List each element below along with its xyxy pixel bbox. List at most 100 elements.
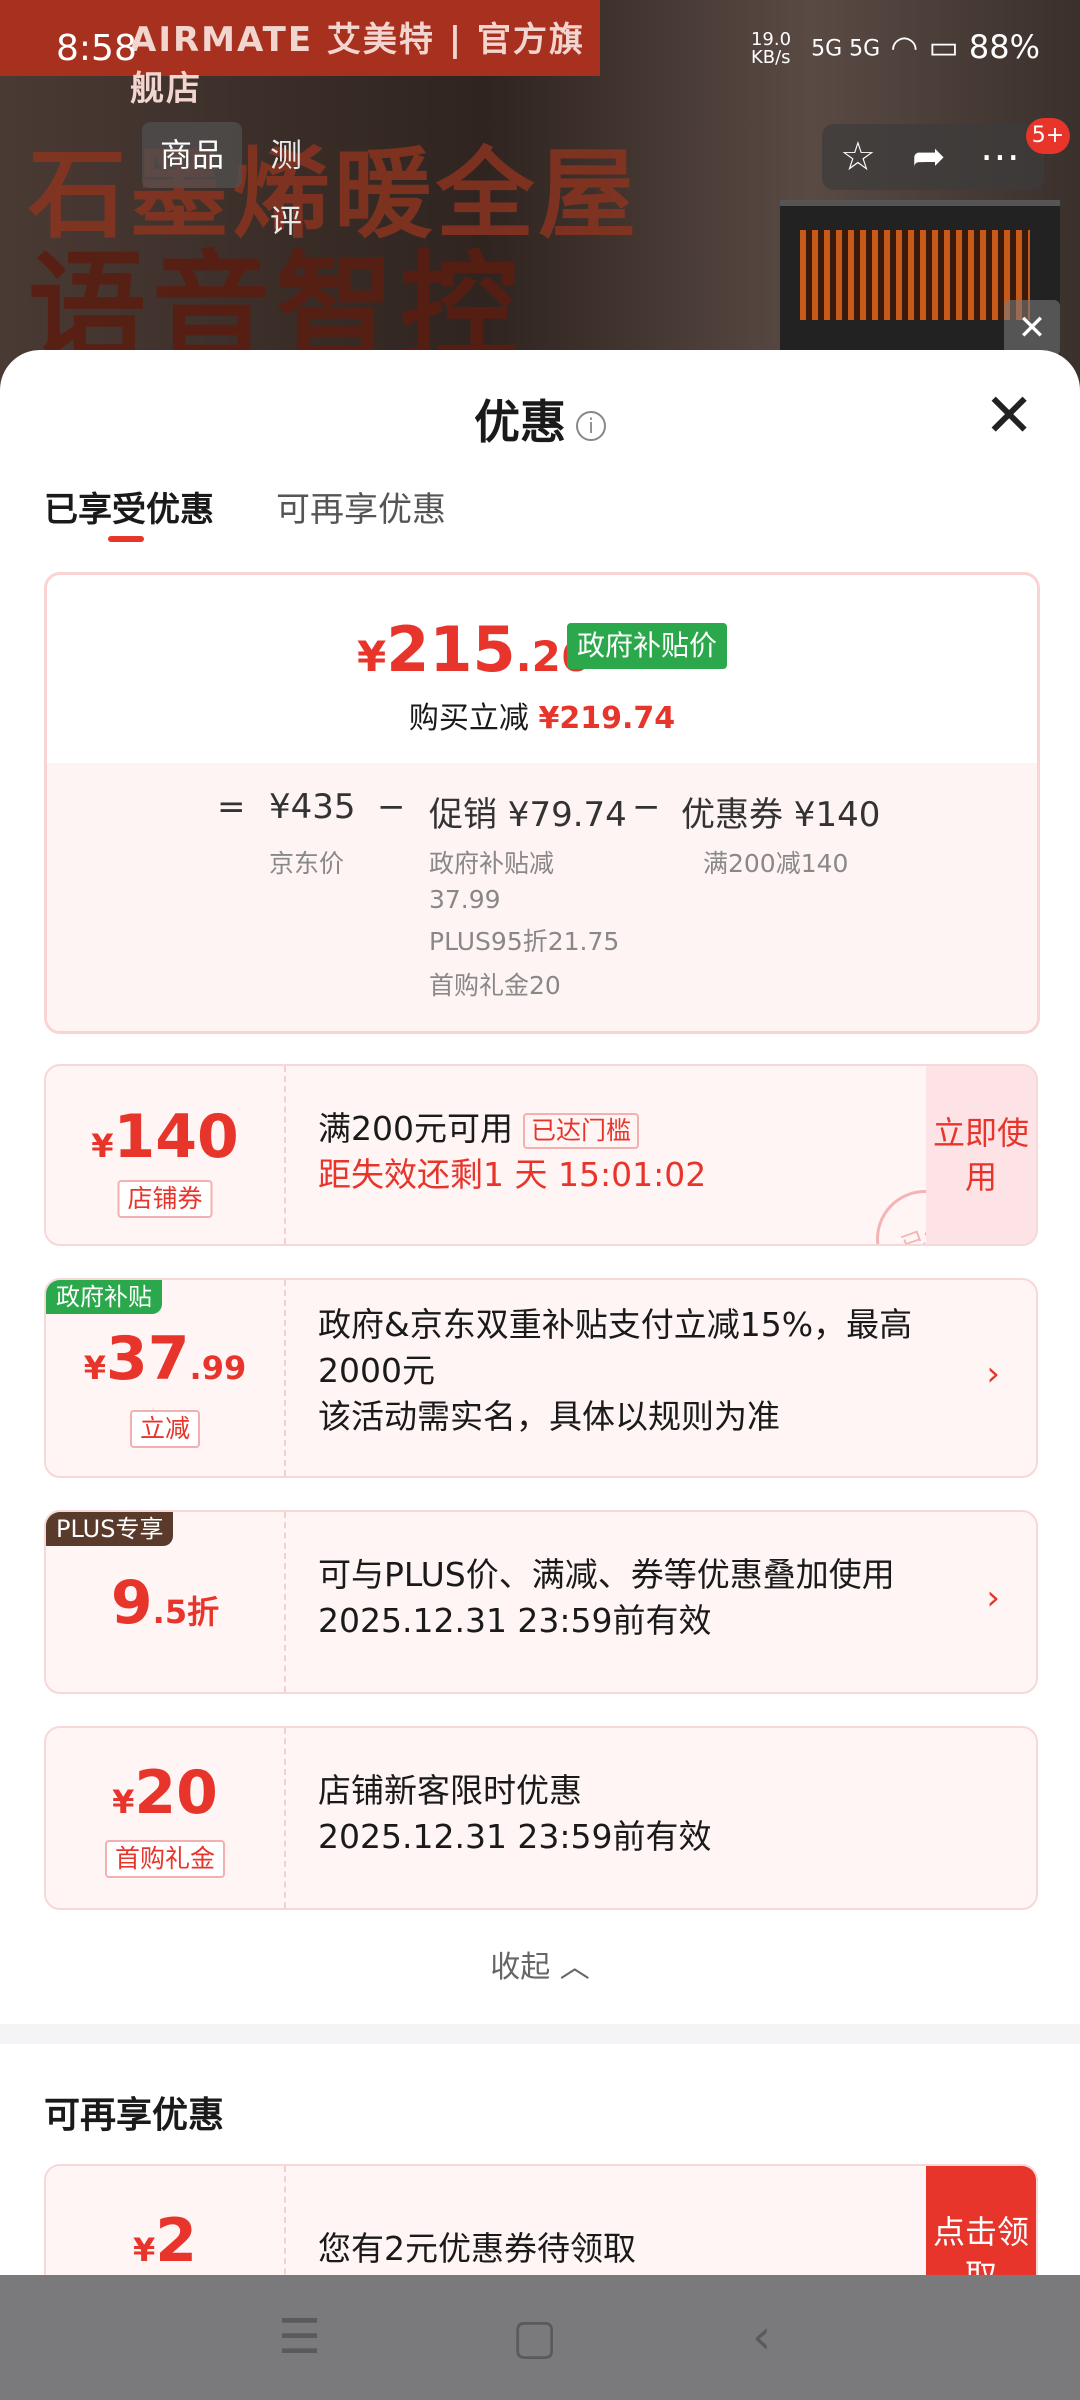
gift-tag: 首购礼金 xyxy=(104,1840,226,1878)
gov-subsidy-corner: 政府补贴 xyxy=(46,1280,162,1314)
star-icon[interactable]: ☆ xyxy=(840,134,876,180)
gift-amount: ¥20 xyxy=(46,1758,284,1828)
gov-subsidy-card[interactable]: ¥37.99 立减 政府补贴 政府&京东双重补贴支付立减15%，最高 2000元… xyxy=(44,1278,1038,1478)
minus-sign: − xyxy=(377,787,406,827)
currency: ¥ xyxy=(83,1349,107,1387)
plus-text: 可与PLUS价、满减、券等优惠叠加使用 2025.12.31 23:59前有效 xyxy=(318,1552,895,1644)
buy-amount: ¥219.74 xyxy=(538,701,676,736)
price-summary: ¥215.26 政府补贴价 购买立减 ¥219.74 = ¥435 − 促销 ¥… xyxy=(44,572,1040,1034)
currency: ¥ xyxy=(112,1783,135,1821)
more-section-title: 可再享优惠 xyxy=(44,2095,225,2136)
coupon-card: ¥140 店铺券 满200元可用 已达门槛 距失效还剩1 天 15:01:02 已… xyxy=(44,1064,1038,1246)
subsidy-note: 该活动需实名，具体以规则为准 xyxy=(318,1397,780,1436)
jd-price-label: 京东价 xyxy=(269,849,345,878)
status-right: 19.0 KB/s 5G 5G ◠ ▭ 88% xyxy=(751,28,1040,67)
equals-sign: = xyxy=(217,787,246,827)
claim-amount-area: ¥2 xyxy=(46,2166,286,2275)
claim-button[interactable]: 点击领取 xyxy=(926,2166,1036,2275)
plus-discount-card[interactable]: 9.5折 PLUS专享 可与PLUS价、满减、券等优惠叠加使用 2025.12.… xyxy=(44,1510,1038,1694)
home-icon[interactable]: ▢ xyxy=(512,2309,557,2365)
amount-dec: .5折 xyxy=(152,1593,220,1631)
coupon-total: 优惠券 ¥140 xyxy=(681,795,881,835)
plus-desc: 可与PLUS价、满减、券等优惠叠加使用 xyxy=(318,1555,895,1594)
top-actions: ☆ ➦ ⋯ xyxy=(822,124,1044,190)
subsidy-desc: 政府&京东双重补贴支付立减15%，最高 xyxy=(318,1305,913,1344)
subsidy-text: 政府&京东双重补贴支付立减15%，最高 2000元 该活动需实名，具体以规则为准 xyxy=(318,1302,912,1440)
back-icon[interactable]: ‹ xyxy=(752,2309,771,2365)
sheet-title-text: 优惠 xyxy=(474,395,566,449)
first-gift-card: ¥20 首购礼金 店铺新客限时优惠 2025.12.31 23:59前有效 xyxy=(44,1726,1038,1910)
buy-discount: 购买立减 ¥219.74 xyxy=(47,693,1037,737)
promo-total: 促销 ¥79.74 xyxy=(429,795,627,835)
coupon-amount: ¥140 xyxy=(46,1102,284,1172)
use-now-button[interactable]: 立即使用 xyxy=(926,1066,1036,1244)
subsidy-tag: 立减 xyxy=(129,1410,201,1448)
amount: 140 xyxy=(113,1102,239,1172)
promo-line: 37.99 xyxy=(429,885,501,914)
net-speed: 19.0 KB/s xyxy=(750,29,792,68)
status-time: 8:58 xyxy=(56,28,137,69)
discount-sheet: 优惠 i ✕ 已享受优惠 可再享优惠 ¥215.26 政府补贴价 购买立减 ¥21… xyxy=(0,350,1080,2275)
sheet-title: 优惠 i xyxy=(0,386,1080,452)
close-icon[interactable]: ✕ xyxy=(984,386,1034,446)
promo-line: 政府补贴减 xyxy=(429,849,555,878)
coupon-line: 满200减140 xyxy=(703,849,849,878)
plus-corner: PLUS专享 xyxy=(46,1512,174,1546)
amount: 9 xyxy=(110,1568,153,1638)
more-icon[interactable]: ⋯ xyxy=(980,134,1020,180)
currency: ¥ xyxy=(91,1127,114,1165)
final-price: ¥215.26 xyxy=(357,613,590,686)
info-icon[interactable]: i xyxy=(576,410,606,441)
chevron-right-icon: › xyxy=(986,1354,1000,1394)
share-icon[interactable]: ➦ xyxy=(912,134,946,180)
amount: 37 xyxy=(106,1324,190,1394)
coupon-type-tag: 店铺券 xyxy=(117,1180,213,1218)
tab-more[interactable]: 可再享优惠 xyxy=(276,482,446,531)
minus-sign: − xyxy=(632,787,661,827)
currency: ¥ xyxy=(357,632,387,681)
menu-icon[interactable]: ☰ xyxy=(278,2309,321,2365)
threshold-badge: 已达门槛 xyxy=(523,1112,640,1149)
price-int: 215 xyxy=(386,613,516,686)
claim-coupon-card: ¥2 您有2元优惠券待领取 点击领取 xyxy=(44,2164,1038,2275)
tab-underline xyxy=(108,536,144,542)
close-icon[interactable]: ✕ xyxy=(1004,300,1060,356)
claim-amount: ¥2 xyxy=(46,2206,284,2275)
coupon-text: 满200元可用 已达门槛 距失效还剩1 天 15:01:02 xyxy=(318,1106,706,1198)
system-nav-bar: ☰ ▢ ‹ xyxy=(0,2275,1080,2400)
claim-desc: 您有2元优惠券待领取 xyxy=(318,2229,636,2268)
amount: 20 xyxy=(134,1758,218,1828)
subsidy-desc-2: 2000元 xyxy=(318,1351,435,1390)
promo-line: PLUS95折21.75 xyxy=(429,927,620,956)
heater-grille xyxy=(800,230,1030,320)
currency: ¥ xyxy=(132,2231,156,2269)
tab-enjoyed[interactable]: 已享受优惠 xyxy=(44,482,214,531)
gift-amount-area: ¥20 首购礼金 xyxy=(46,1728,286,1908)
tab-goods[interactable]: 商品 xyxy=(142,122,242,188)
amount-dec: .99 xyxy=(189,1349,247,1387)
plus-validity: 2025.12.31 23:59前有效 xyxy=(318,1601,712,1640)
status-bar: 8:58 19.0 KB/s 5G 5G ◠ ▭ 88% xyxy=(0,0,1080,100)
collapse-button[interactable]: 收起 ︿ xyxy=(0,1942,1080,1986)
coupon-condition: 满200元可用 xyxy=(318,1109,513,1148)
section-divider xyxy=(0,2024,1080,2044)
battery-level: 88% xyxy=(968,28,1040,66)
gift-desc: 店铺新客限时优惠 xyxy=(318,1771,582,1810)
buy-label: 购买立减 xyxy=(408,701,529,736)
promo-line: 首购礼金20 xyxy=(429,971,561,1000)
chevron-right-icon: › xyxy=(986,1578,1000,1618)
signal-icon: 5G 5G xyxy=(811,36,881,62)
gov-price-tag: 政府补贴价 xyxy=(567,623,728,669)
tab-review[interactable]: 测评 xyxy=(270,122,302,254)
amount: 2 xyxy=(155,2206,197,2275)
subsidy-amount: ¥37.99 xyxy=(46,1324,284,1394)
wifi-icon: ◠ xyxy=(890,28,919,66)
coupon-countdown: 距失效还剩1 天 15:01:02 xyxy=(318,1155,707,1194)
message-badge: 5+ xyxy=(1026,118,1070,154)
battery-icon: ▭ xyxy=(928,28,959,66)
gift-validity: 2025.12.31 23:59前有效 xyxy=(318,1817,712,1856)
jd-price: ¥435 xyxy=(269,787,356,827)
coupon-amount-area: ¥140 店铺券 xyxy=(46,1066,286,1244)
gift-text: 店铺新客限时优惠 2025.12.31 23:59前有效 xyxy=(318,1768,712,1860)
plus-discount: 9.5折 xyxy=(46,1568,284,1638)
